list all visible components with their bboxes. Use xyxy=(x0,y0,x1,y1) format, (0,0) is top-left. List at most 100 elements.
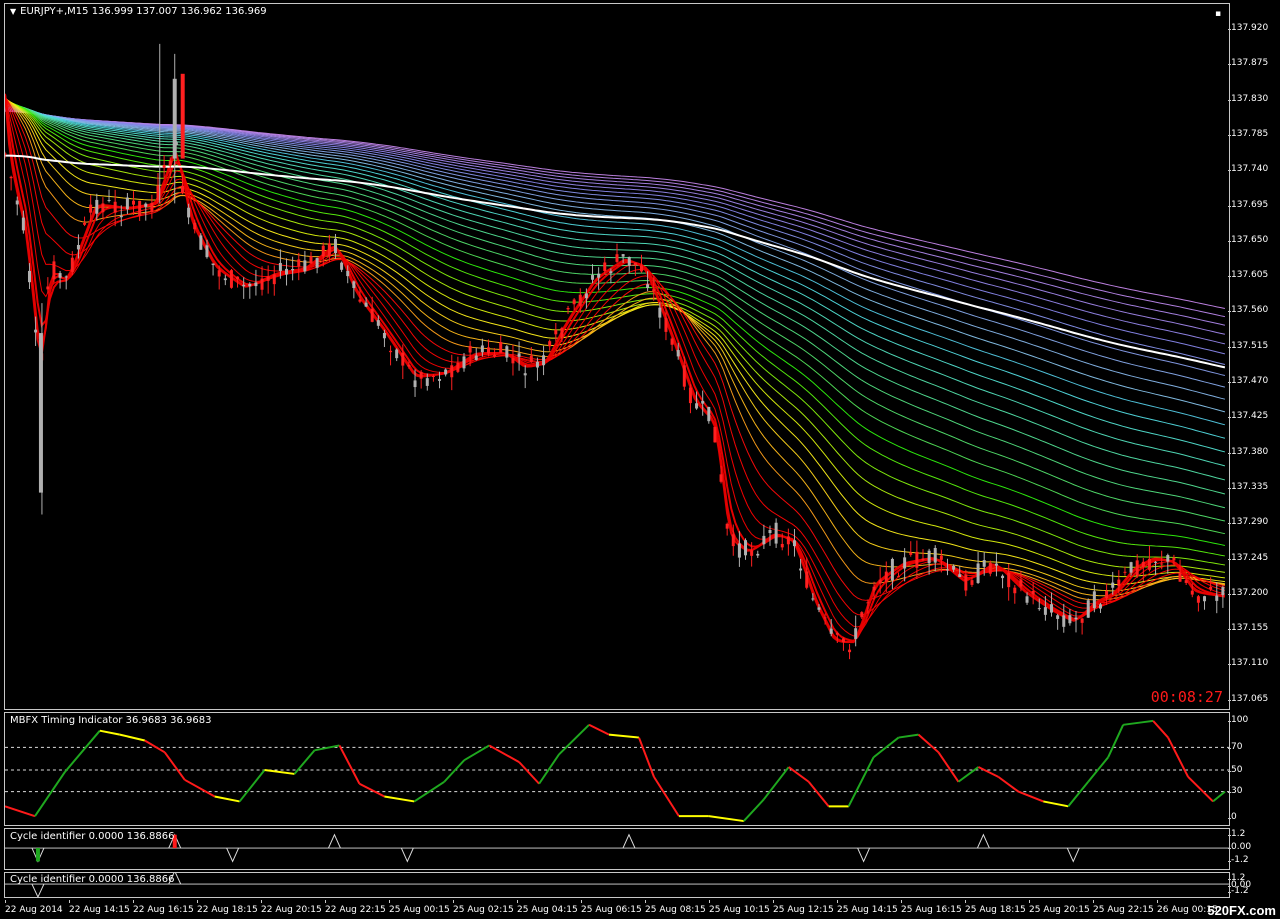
candle-body xyxy=(1013,587,1017,594)
candle-body xyxy=(884,571,888,583)
candle-body xyxy=(266,276,270,281)
mbfx-oscillator-segment xyxy=(163,751,186,781)
mbfx-oscillator-segment xyxy=(937,751,960,783)
candle-body xyxy=(278,262,282,271)
mbfx-oscillator-segment xyxy=(1017,790,1044,803)
candle-body xyxy=(511,358,515,364)
mbfx-oscillator-segment xyxy=(64,730,101,773)
candle-timer: 00:08:27 xyxy=(1150,688,1223,706)
mbfx-indicator-pane[interactable]: MBFX Timing Indicator 36.9683 36.9683 xyxy=(4,712,1230,826)
candle-body xyxy=(180,73,185,159)
price-chart-canvas[interactable] xyxy=(5,4,1229,709)
candle-body xyxy=(866,602,870,604)
candle-body xyxy=(505,346,509,358)
candle-body xyxy=(211,263,215,265)
candle-body xyxy=(34,329,38,333)
candle-body xyxy=(425,378,429,386)
candle-body xyxy=(480,345,484,353)
candle-body xyxy=(841,638,845,643)
candle-body xyxy=(695,403,699,409)
cycle-identifier-pane-1[interactable]: Cycle identifier 0.0000 136.8866 xyxy=(4,828,1230,870)
candle-body xyxy=(358,299,362,302)
candle-body xyxy=(639,265,643,272)
candle-body xyxy=(762,535,766,545)
candle-body xyxy=(768,530,772,534)
candle-body xyxy=(976,563,980,583)
mbfx-oscillator-segment xyxy=(384,795,415,803)
axis-tick-label: 137.380 xyxy=(1227,446,1269,457)
cycle-trough-marker xyxy=(400,847,414,863)
candle-body xyxy=(872,586,876,591)
candle-body xyxy=(407,364,411,367)
candle-body xyxy=(456,362,460,372)
candle-body xyxy=(1043,607,1047,615)
time-axis-label: 22 Aug 22:15 xyxy=(325,900,386,915)
candle-body xyxy=(1086,600,1090,618)
axis-tick-label: 137.785 xyxy=(1227,128,1269,139)
candle-body xyxy=(1215,595,1219,601)
candle-body xyxy=(909,552,913,555)
axis-tick-label: 137.470 xyxy=(1227,376,1269,386)
ema-ribbon-line xyxy=(5,107,1226,377)
candle-body xyxy=(982,560,986,567)
candle-body xyxy=(1141,561,1145,568)
candle-body xyxy=(988,562,992,574)
axis-tick-label: -1.2 xyxy=(1228,855,1249,865)
time-axis-label: 25 Aug 20:15 xyxy=(1029,900,1090,915)
candle-body xyxy=(315,258,319,268)
candle-body xyxy=(1160,563,1164,565)
ema-ribbon-line xyxy=(5,94,1226,644)
candle-body xyxy=(921,558,925,560)
axis-tick-label: 137.920 xyxy=(1227,23,1269,33)
mbfx-oscillator-segment xyxy=(708,815,744,823)
mbfx-oscillator-segment xyxy=(608,733,640,739)
time-axis-label: 25 Aug 22:15 xyxy=(1093,900,1154,915)
candle-body xyxy=(297,259,301,267)
axis-tick-label: 137.245 xyxy=(1227,552,1269,563)
mbfx-oscillator-segment xyxy=(997,776,1019,793)
candle-body xyxy=(811,598,815,600)
candle-body xyxy=(83,222,87,225)
candle-body xyxy=(333,238,337,254)
cycle-trough-marker xyxy=(31,883,45,897)
ema-ribbon-line xyxy=(5,104,1226,439)
candle-body xyxy=(401,352,405,366)
candle-body xyxy=(1007,572,1011,588)
candle-body xyxy=(486,347,490,354)
cycle2-canvas xyxy=(5,873,1229,897)
mbfx-oscillator-segment xyxy=(34,771,66,817)
mbfx-oscillator-segment xyxy=(358,782,385,798)
cycle-peak-marker xyxy=(328,833,341,849)
candle-body xyxy=(542,355,546,366)
time-axis-label: 25 Aug 14:15 xyxy=(837,900,898,915)
axis-tick-label: 137.155 xyxy=(1227,623,1269,634)
mbfx-oscillator-segment xyxy=(807,781,830,807)
axis-tick-label: 137.110 xyxy=(1227,658,1269,669)
mbfx-oscillator-segment xyxy=(264,769,295,775)
candle-body xyxy=(1135,560,1139,576)
time-axis-label: 22 Aug 20:15 xyxy=(261,900,322,915)
candle-body xyxy=(1117,579,1121,587)
candle-body xyxy=(199,235,203,250)
axis-tick-label: 30 xyxy=(1227,786,1243,796)
candle-body xyxy=(70,257,74,272)
price-chart-pane[interactable]: ▼ EURJPY+,M15 136.999 137.007 136.962 136… xyxy=(4,3,1230,710)
cycle2-title: Cycle identifier 0.0000 136.8866 xyxy=(10,874,175,885)
candle-body xyxy=(578,294,582,306)
candle-body xyxy=(646,284,650,288)
mbfx-oscillator-segment xyxy=(917,733,940,754)
candle-body xyxy=(1123,571,1127,573)
candle-body xyxy=(248,283,252,287)
dropdown-triangle-icon[interactable]: ▼ xyxy=(10,7,16,16)
candle-body xyxy=(633,262,637,266)
candle-body xyxy=(395,349,399,359)
candle-body xyxy=(27,270,31,283)
candle-body xyxy=(223,278,227,281)
candle-body xyxy=(95,199,99,214)
chart-shift-icon[interactable]: ▪ xyxy=(1215,9,1221,19)
candle-body xyxy=(438,379,442,381)
candle-body xyxy=(107,200,111,202)
candle-body xyxy=(952,565,956,570)
cycle-identifier-pane-2[interactable]: Cycle identifier 0.0000 136.8866 xyxy=(4,872,1230,898)
candle-body xyxy=(560,328,564,338)
